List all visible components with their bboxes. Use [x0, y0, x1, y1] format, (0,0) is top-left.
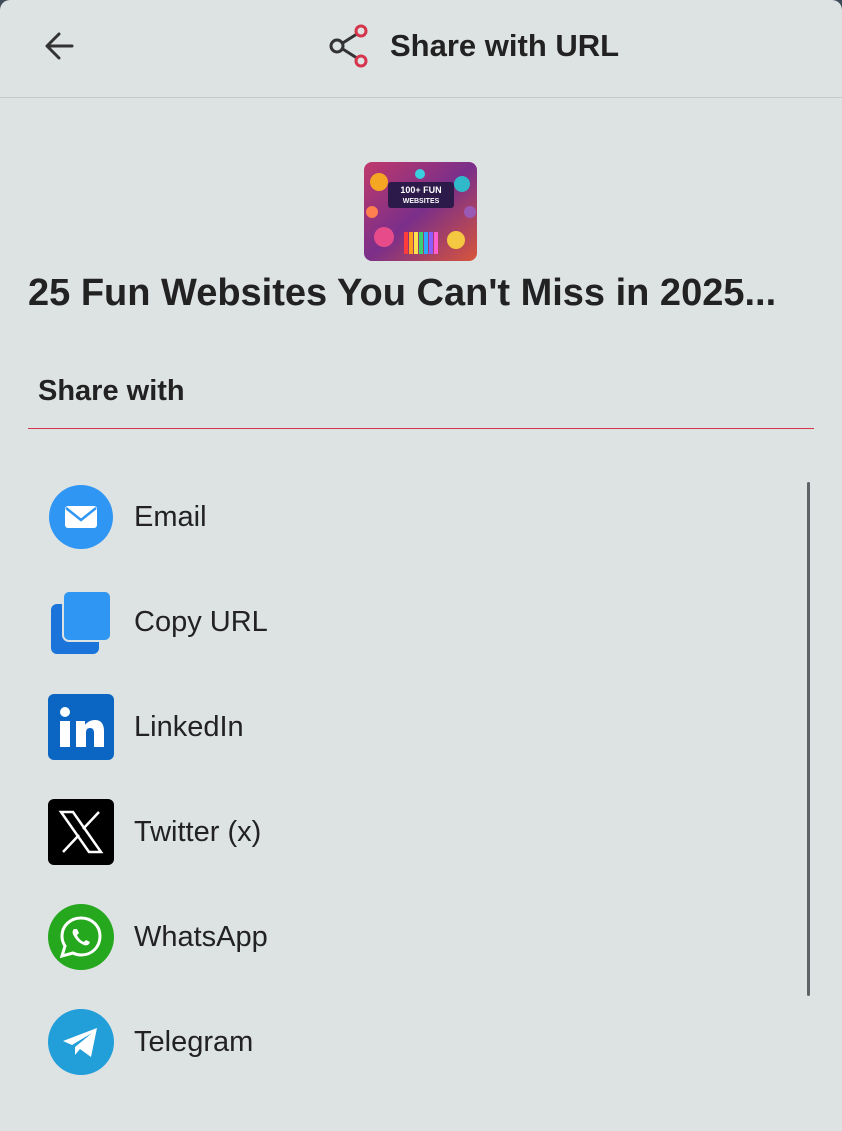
- share-icon: [329, 24, 368, 68]
- share-option-label: Twitter (x): [134, 815, 262, 848]
- copy-icon: [46, 587, 116, 657]
- share-options-list: Email Copy URL LinkedIn Twitter (x) What…: [0, 462, 842, 1102]
- share-twitter-button[interactable]: Twitter (x): [46, 797, 746, 867]
- list-scrollbar[interactable]: [807, 482, 810, 996]
- share-option-label: WhatsApp: [134, 920, 268, 953]
- share-option-label: Copy URL: [134, 605, 268, 638]
- whatsapp-icon: [46, 902, 116, 972]
- share-telegram-button[interactable]: Telegram: [46, 1007, 746, 1077]
- share-with-heading: Share with: [38, 375, 185, 407]
- share-copy-url-button[interactable]: Copy URL: [46, 587, 746, 657]
- x-twitter-icon: [46, 797, 116, 867]
- share-email-button[interactable]: Email: [46, 482, 746, 552]
- arrow-left-icon: [45, 32, 74, 60]
- dialog-header: Share with URL: [0, 0, 842, 98]
- share-option-label: Telegram: [134, 1025, 254, 1058]
- back-button[interactable]: [38, 26, 82, 66]
- share-dialog: Share with URL 100+ FUN WEBSITES 25 Fun …: [0, 0, 842, 1131]
- section-divider: [28, 428, 814, 429]
- email-icon: [46, 482, 116, 552]
- linkedin-icon: [46, 692, 116, 762]
- header-title-group: Share with URL: [328, 24, 619, 68]
- svg-text:WEBSITES: WEBSITES: [403, 198, 440, 205]
- post-title: 25 Fun Websites You Can't Miss in 2025..…: [28, 272, 777, 314]
- share-option-label: LinkedIn: [134, 710, 244, 743]
- post-thumbnail: 100+ FUN WEBSITES: [364, 162, 477, 261]
- share-option-label: Email: [134, 500, 207, 533]
- share-linkedin-button[interactable]: LinkedIn: [46, 692, 746, 762]
- dialog-title: Share with URL: [390, 28, 620, 63]
- svg-text:100+ FUN: 100+ FUN: [400, 185, 441, 195]
- telegram-icon: [46, 1007, 116, 1077]
- share-whatsapp-button[interactable]: WhatsApp: [46, 902, 746, 972]
